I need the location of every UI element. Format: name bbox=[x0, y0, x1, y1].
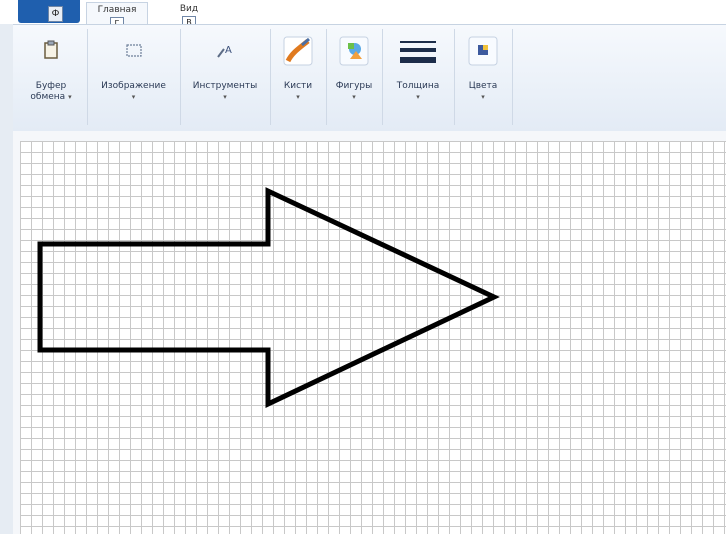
thickness-dropdown-icon: ▾ bbox=[416, 93, 420, 101]
thickness-icon bbox=[398, 35, 438, 67]
image-dropdown-icon: ▾ bbox=[131, 93, 136, 101]
tools-label: Инструменты bbox=[192, 81, 258, 91]
clipboard-dropdown-icon: ▾ bbox=[68, 93, 72, 101]
group-brushes: Кисти ▾ bbox=[270, 29, 327, 125]
tab-view-label: Вид bbox=[179, 4, 199, 14]
image-button[interactable]: Изображение ▾ bbox=[87, 31, 180, 123]
colors-icon bbox=[467, 35, 499, 67]
colors-label: Цвета bbox=[468, 81, 498, 91]
brush-icon bbox=[282, 35, 314, 67]
arrow-shape-layer bbox=[37, 187, 500, 408]
tab-view[interactable]: Вид В bbox=[170, 2, 208, 30]
brushes-dropdown-icon: ▾ bbox=[296, 93, 300, 101]
menu-access-key: Ф bbox=[48, 6, 63, 22]
app-menu-button[interactable]: Ф bbox=[18, 0, 80, 23]
clipboard-label-line2: обмена bbox=[30, 92, 66, 102]
colors-button[interactable]: Цвета ▾ bbox=[454, 31, 512, 123]
tools-button[interactable]: A Инструменты ▾ bbox=[180, 31, 270, 123]
image-select-icon bbox=[118, 35, 150, 67]
tools-icon: A bbox=[209, 35, 241, 67]
shapes-icon bbox=[338, 35, 370, 67]
svg-text:A: A bbox=[225, 45, 232, 56]
group-tools: A Инструменты ▾ bbox=[180, 29, 271, 125]
group-shapes: Фигуры ▾ bbox=[326, 29, 383, 125]
group-colors: Цвета ▾ bbox=[454, 29, 513, 125]
arrow-shape[interactable] bbox=[37, 187, 500, 408]
colors-dropdown-icon: ▾ bbox=[481, 93, 485, 101]
group-clipboard: Буфер обмена ▾ bbox=[15, 29, 88, 125]
tab-home[interactable]: Главная Г bbox=[86, 2, 148, 31]
image-label: Изображение bbox=[101, 81, 166, 91]
ribbon: Буфер обмена ▾ Изображение ▾ A Инструмен… bbox=[13, 24, 726, 132]
clipboard-label-line1: Буфер bbox=[35, 81, 67, 91]
brushes-label: Кисти bbox=[283, 81, 313, 91]
brushes-button[interactable]: Кисти ▾ bbox=[270, 31, 326, 123]
group-thickness: Толщина ▾ bbox=[382, 29, 455, 125]
left-border bbox=[0, 24, 14, 534]
clipboard-button[interactable]: Буфер обмена ▾ bbox=[15, 31, 87, 123]
tools-dropdown-icon: ▾ bbox=[223, 93, 227, 101]
shapes-button[interactable]: Фигуры ▾ bbox=[326, 31, 382, 123]
clipboard-icon bbox=[35, 35, 67, 67]
canvas-area bbox=[13, 131, 726, 534]
title-bar: Ф Главная Г Вид В bbox=[0, 0, 726, 31]
shapes-dropdown-icon: ▾ bbox=[352, 93, 356, 101]
tab-home-label: Главная bbox=[97, 5, 137, 15]
shapes-label: Фигуры bbox=[335, 81, 373, 91]
group-image: Изображение ▾ bbox=[87, 29, 181, 125]
thickness-button[interactable]: Толщина ▾ bbox=[382, 31, 454, 123]
thickness-label: Толщина bbox=[396, 81, 440, 91]
